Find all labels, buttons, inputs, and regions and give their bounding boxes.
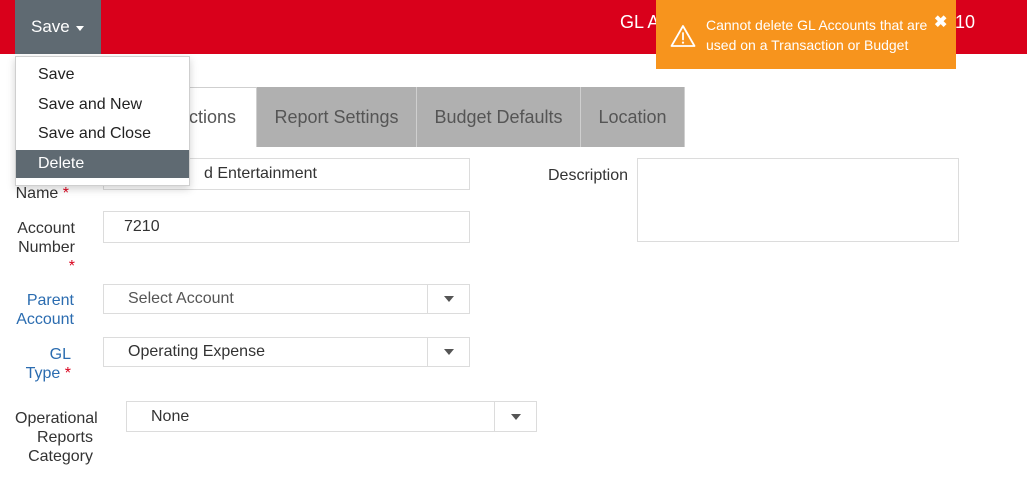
save-dropdown-menu: Save Save and New Save and Close Delete [15, 56, 190, 186]
error-toast: Cannot delete GL Accounts that are used … [656, 0, 956, 69]
operational-reports-category-label: Operational Reports Category [15, 410, 98, 465]
tab-budget-defaults[interactable]: Budget Defaults [416, 87, 580, 147]
description-textarea[interactable] [637, 158, 959, 242]
warning-icon [670, 25, 696, 47]
name-label: Name * [15, 185, 69, 202]
toast-message: Cannot delete GL Accounts that are used … [706, 17, 928, 53]
account-number-label: Account Number * [17, 220, 75, 275]
tab-location[interactable]: Location [580, 87, 685, 147]
description-label: Description [548, 167, 629, 184]
gl-type-select[interactable]: Operating Expense [103, 337, 470, 367]
tab-report-settings[interactable]: Report Settings [256, 87, 416, 147]
menu-item-save[interactable]: Save [16, 61, 189, 89]
save-dropdown-button[interactable]: Save [15, 0, 101, 54]
menu-item-save-and-close[interactable]: Save and Close [16, 120, 189, 148]
page-title: GL A [620, 12, 660, 32]
select-arrow[interactable] [494, 402, 536, 431]
select-arrow[interactable] [427, 338, 469, 366]
select-arrow[interactable] [427, 285, 469, 313]
chevron-down-icon [443, 349, 454, 355]
gl-type-label[interactable]: GL Type * [15, 345, 71, 383]
caret-down-icon [75, 25, 84, 31]
operational-reports-category-select[interactable]: None [126, 401, 537, 432]
account-number-field[interactable]: 7210 [103, 211, 470, 243]
page-title-suffix: 10 [955, 12, 976, 32]
chevron-down-icon [510, 413, 521, 420]
parent-account-select[interactable]: Select Account [103, 284, 470, 314]
close-icon[interactable]: ✖ [934, 12, 947, 32]
menu-item-save-and-new[interactable]: Save and New [16, 91, 189, 119]
parent-account-label[interactable]: Parent Account [15, 291, 74, 329]
menu-item-delete[interactable]: Delete [16, 150, 189, 178]
chevron-down-icon [443, 296, 454, 302]
save-button-label: Save [31, 17, 70, 36]
